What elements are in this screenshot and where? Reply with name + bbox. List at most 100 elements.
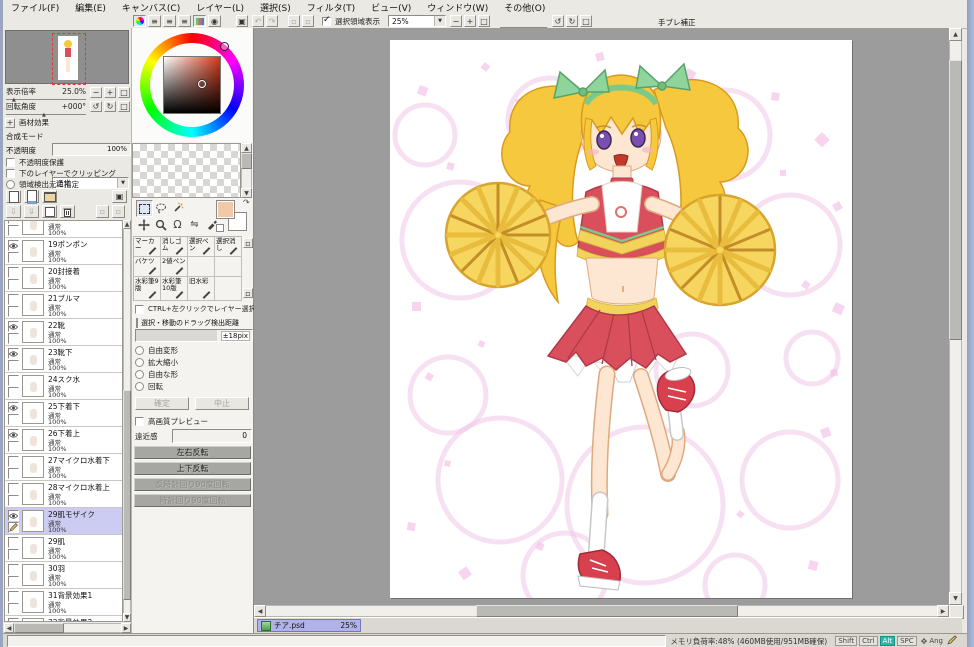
layer-vscroll-thumb[interactable]	[123, 390, 131, 600]
opacity-lock-checkbox[interactable]	[6, 158, 15, 167]
layer-row[interactable]: 20封接着通常100%	[5, 265, 123, 292]
clear-layer-button[interactable]	[42, 205, 57, 218]
layer-visibility-toggle[interactable]	[8, 591, 19, 602]
layer-edit-indicator[interactable]	[8, 468, 19, 479]
tool-cell-3[interactable]: 選択消し	[215, 237, 242, 257]
rotate-90-cw-button[interactable]: 時計回り90度回転	[134, 494, 251, 507]
new-linework-layer-button[interactable]	[24, 190, 39, 203]
opacity-slider[interactable]: 100%	[52, 143, 131, 156]
cancel-button[interactable]: 中止	[195, 397, 249, 410]
layer-row[interactable]: 29肌通常100%	[5, 535, 123, 562]
sel-tool-button-2[interactable]: ↶	[252, 15, 264, 27]
tool-cell-4[interactable]: バケツ	[134, 257, 161, 277]
nav-rotate-reset-button[interactable]: □	[118, 101, 130, 112]
layer-row[interactable]: 24スク水通常100%	[5, 373, 123, 400]
perspective-input[interactable]: 0	[172, 429, 252, 443]
layer-row[interactable]: 31背景効果1通常100%	[5, 589, 123, 616]
layer-edit-indicator[interactable]	[8, 225, 19, 236]
layer-edit-indicator[interactable]	[8, 495, 19, 506]
canvas-vscroll-thumb[interactable]	[949, 60, 962, 340]
layer-row[interactable]: 28マイクロ水着上通常100%	[5, 481, 123, 508]
layer-edit-indicator[interactable]	[8, 441, 19, 452]
layer-edit-indicator[interactable]	[8, 333, 19, 344]
menu-item-6[interactable]: ビュー(V)	[363, 0, 419, 15]
layer-row[interactable]: 29肌モザイク通常100%	[5, 508, 123, 535]
layer-hscroll-left-button[interactable]: ◀	[4, 623, 14, 633]
flip-canvas-tool[interactable]: ⇋	[187, 217, 202, 232]
sel-tool-button-3[interactable]: ↷	[266, 15, 278, 27]
menu-item-8[interactable]: その他(O)	[496, 0, 553, 15]
new-layer-button[interactable]	[6, 190, 21, 203]
ctrl-click-layer-checkbox[interactable]	[135, 305, 144, 314]
flip-horizontal-button[interactable]: 左右反転	[134, 446, 251, 459]
layer-row[interactable]: 27マイクロ水着下通常100%	[5, 454, 123, 481]
scratchpad-toggle-button[interactable]: ◉	[208, 15, 221, 27]
merge-down-button[interactable]: ⇓	[24, 205, 39, 218]
canvas-hscroll-thumb[interactable]	[476, 605, 738, 617]
navigator-preview[interactable]	[5, 30, 129, 84]
scratchpad[interactable]	[132, 143, 241, 198]
layer-visibility-toggle[interactable]	[8, 510, 19, 521]
layer-vscroll-down-button[interactable]: ▼	[123, 613, 131, 622]
zoom-tool[interactable]	[153, 217, 168, 232]
layer-row[interactable]: 25下着下通常100%	[5, 400, 123, 427]
menu-item-3[interactable]: レイヤー(L)	[188, 0, 252, 15]
nav-rotation-slider[interactable]	[6, 111, 86, 115]
scratchpad-scroll-up-button[interactable]: ▲	[241, 143, 252, 153]
menu-item-7[interactable]: ウィンドウ(W)	[419, 0, 496, 15]
swatches-toggle-button[interactable]	[193, 15, 206, 27]
layer-hscroll-thumb[interactable]	[14, 623, 64, 633]
menu-item-0[interactable]: ファイル(F)	[3, 0, 67, 15]
canvas-vscroll-down-button[interactable]: ▼	[949, 592, 962, 605]
navigator-view-rect[interactable]	[52, 33, 86, 85]
layer-row[interactable]: 23靴下通常100%	[5, 346, 123, 373]
tool-cell-10[interactable]: 旧水彩	[188, 277, 215, 301]
swap-colors-icon[interactable]: ↷	[243, 198, 250, 207]
menu-item-4[interactable]: 選択(S)	[252, 0, 299, 15]
layer-row[interactable]: 通常100%	[5, 220, 123, 238]
menu-item-5[interactable]: フィルタ(T)	[299, 0, 363, 15]
canvas-workspace[interactable]	[254, 28, 949, 605]
tool-grid-scroll-up[interactable]: ▫	[243, 238, 253, 248]
rotate-reset-button[interactable]: □	[580, 15, 592, 27]
nav-zoom-in-button[interactable]: +	[104, 87, 116, 98]
layer-row[interactable]: 32背景効果2通常100%	[5, 616, 123, 622]
magic-wand-tool[interactable]	[170, 200, 185, 215]
layer-visibility-toggle[interactable]	[8, 402, 19, 413]
layer-visibility-toggle[interactable]	[8, 294, 19, 305]
rotate-canvas-tool[interactable]: Ω	[170, 217, 185, 232]
transform-mode-radio-0[interactable]	[135, 346, 144, 355]
sv-cursor[interactable]	[198, 80, 206, 88]
document-tab[interactable]: チア.psd 25%	[257, 619, 361, 632]
layer-edit-indicator[interactable]	[8, 603, 19, 614]
rotate-90-ccw-button[interactable]: 反時計回り90度回転	[134, 478, 251, 491]
color-mixer-toggle-button[interactable]: ≡	[178, 15, 191, 27]
move-tool[interactable]	[136, 217, 151, 232]
layer-visibility-toggle[interactable]	[8, 267, 19, 278]
layer-visibility-toggle[interactable]	[8, 240, 19, 251]
special-layer-button[interactable]: ▣	[112, 190, 127, 203]
nav-zoom-reset-button[interactable]: □	[118, 87, 130, 98]
zoom-in-button[interactable]: +	[464, 15, 476, 27]
delete-layer-button[interactable]	[60, 205, 75, 218]
canvas-page[interactable]	[390, 40, 852, 598]
rect-select-tool[interactable]	[136, 200, 153, 217]
layer-edit-indicator[interactable]	[8, 576, 19, 587]
transform-mode-radio-1[interactable]	[135, 358, 144, 367]
chevron-down-icon[interactable]: ▼	[434, 16, 445, 26]
layer-hscroll-right-button[interactable]: ▶	[121, 623, 131, 633]
menu-item-2[interactable]: キャンバス(C)	[114, 0, 188, 15]
tool-grid-scroll-down[interactable]: ▫	[243, 288, 253, 298]
nav-zoom-slider[interactable]	[6, 96, 86, 100]
layer-edit-indicator[interactable]	[8, 306, 19, 317]
layer-visibility-toggle[interactable]	[8, 537, 19, 548]
new-folder-button[interactable]	[42, 190, 57, 203]
layer-edit-indicator[interactable]	[8, 360, 19, 371]
layer-visibility-toggle[interactable]	[8, 321, 19, 332]
transform-mode-radio-3[interactable]	[135, 382, 144, 391]
layer-visibility-toggle[interactable]	[8, 456, 19, 467]
rgb-sliders-toggle-button[interactable]: ≡	[148, 15, 161, 27]
mask-button-2[interactable]: ▫	[112, 205, 125, 218]
hq-preview-checkbox[interactable]	[135, 417, 144, 426]
tool-cell-2[interactable]: 選択ペン	[188, 237, 215, 257]
